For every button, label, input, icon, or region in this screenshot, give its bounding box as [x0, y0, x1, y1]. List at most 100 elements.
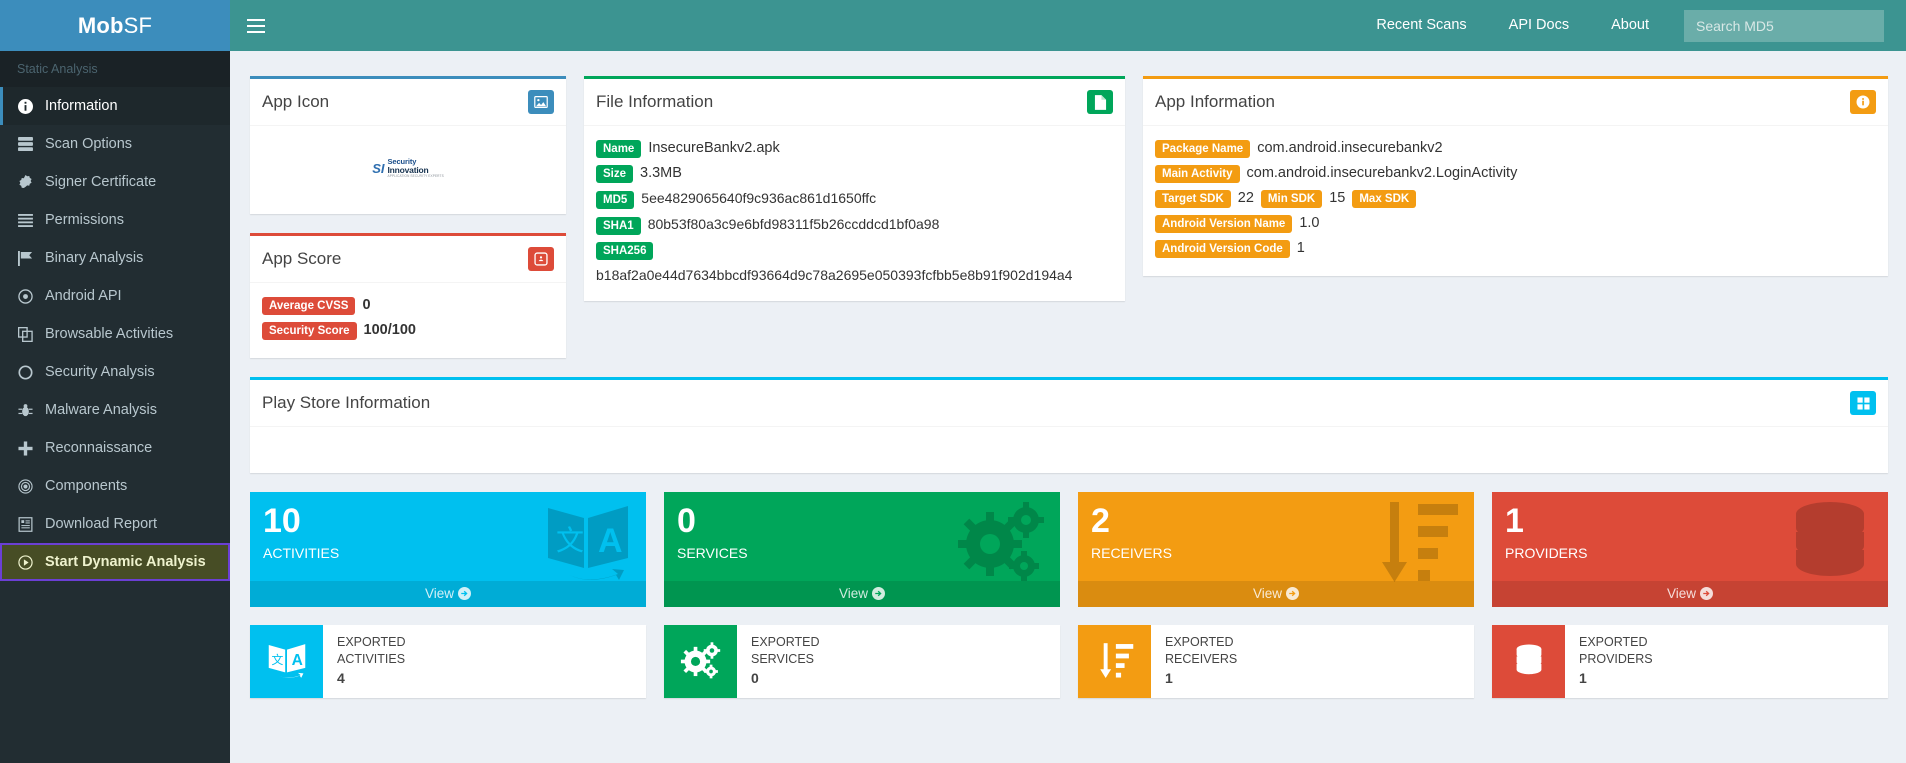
exported-providers-line2: PROVIDERS — [1579, 651, 1653, 666]
sidebar-item-signer-certificate[interactable]: Signer Certificate — [0, 163, 230, 201]
main-activity-value: com.android.insecurebankv2.LoginActivity — [1246, 165, 1518, 182]
sidebar-item-components[interactable]: Components — [0, 467, 230, 505]
exported-receivers-box[interactable]: EXPORTED RECEIVERS 1 — [1078, 624, 1474, 698]
sidebar-item-start-dynamic-analysis[interactable]: Start Dynamic Analysis — [0, 543, 230, 581]
file-sha1-badge: SHA1 — [596, 217, 641, 236]
sidebar: Static Analysis Information Scan Options… — [0, 51, 230, 763]
services-view-link[interactable]: View — [664, 580, 1060, 607]
activities-tile: 文A 10 ACTIVITIES View — [250, 492, 646, 607]
sidebar-item-browsable-activities[interactable]: Browsable Activities — [0, 315, 230, 353]
sidebar-item-scan-options[interactable]: Scan Options — [0, 125, 230, 163]
hamburger-icon[interactable] — [230, 0, 282, 51]
sidebar-item-download-report[interactable]: Download Report — [0, 505, 230, 543]
sidebar-item-reconnaissance[interactable]: Reconnaissance — [0, 429, 230, 467]
sidebar-section-header: Static Analysis — [0, 51, 230, 87]
exported-activities-box[interactable]: 文A EXPORTED ACTIVITIES 4 — [250, 624, 646, 698]
security-score-value: 100/100 — [363, 322, 416, 339]
target-sdk-badge: Target SDK — [1155, 190, 1231, 209]
exported-services-body: EXPORTED SERVICES 0 — [737, 625, 820, 698]
database-icon — [1492, 624, 1565, 698]
exported-component-boxes: 文A EXPORTED ACTIVITIES 4 EXPORTED SERVIC… — [250, 624, 1888, 698]
max-sdk-badge: Max SDK — [1352, 190, 1417, 209]
providers-label: PROVIDERS — [1505, 544, 1588, 561]
bullseye-icon — [17, 478, 34, 494]
navigation-bar: Recent Scans API Docs About — [230, 0, 1906, 51]
bug-icon — [17, 403, 34, 418]
search-input[interactable] — [1684, 9, 1884, 42]
sidebar-item-label: Permissions — [45, 212, 124, 228]
security-innovation-text: Security Innovation APPLICATION SECURITY… — [388, 158, 444, 178]
top-bar: Mob SF Recent Scans API Docs About — [0, 0, 1906, 51]
activities-view-link[interactable]: View — [250, 580, 646, 607]
sidebar-item-permissions[interactable]: Permissions — [0, 201, 230, 239]
play-store-information-card: Play Store Information — [250, 377, 1888, 474]
sdk-row: Target SDK 22 Min SDK 15 Max SDK — [1155, 187, 1876, 212]
file-sha256-row: SHA256 b18af2a0e44d7634bbcdf93664d9c78a2… — [596, 239, 1113, 287]
sort-amount-down-icon — [1078, 624, 1151, 698]
sidebar-item-information[interactable]: Information — [0, 87, 230, 125]
exported-services-count: 0 — [751, 669, 759, 686]
services-label: SERVICES — [677, 544, 748, 561]
server-icon — [17, 137, 34, 151]
file-information-card-body: Name InsecureBankv2.apk Size 3.3MB MD5 5… — [584, 126, 1125, 301]
app-icon-card-title: App Icon — [262, 92, 330, 111]
file-name-value: InsecureBankv2.apk — [648, 140, 780, 156]
info-circle-icon — [17, 98, 34, 114]
file-md5-value: 5ee4829065640f9c936ac861d1650ffc — [641, 190, 877, 207]
providers-count: 1 — [1505, 502, 1524, 541]
image-icon — [528, 90, 554, 114]
google-play-icon — [1850, 391, 1876, 416]
average-cvss-row: Average CVSS 0 — [262, 294, 554, 319]
file-information-card-header: File Information — [584, 79, 1125, 126]
exported-services-box[interactable]: EXPORTED SERVICES 0 — [664, 624, 1060, 698]
providers-tile-body: 1 PROVIDERS — [1492, 492, 1888, 581]
receivers-view-link[interactable]: View — [1078, 580, 1474, 607]
services-tile: 0 SERVICES View — [664, 492, 1060, 607]
providers-view-link[interactable]: View — [1492, 580, 1888, 607]
cogs-icon — [664, 624, 737, 698]
dashboard-icon — [528, 247, 554, 271]
exported-receivers-body: EXPORTED RECEIVERS 1 — [1151, 625, 1237, 698]
app-score-card-header: App Score — [250, 236, 566, 283]
app-information-card-body: Package Name com.android.insecurebankv2 … — [1143, 126, 1888, 276]
sidebar-item-security-analysis[interactable]: Security Analysis — [0, 353, 230, 391]
page-shell: Static Analysis Information Scan Options… — [0, 51, 1906, 763]
exported-providers-box[interactable]: EXPORTED PROVIDERS 1 — [1492, 624, 1888, 698]
app-logo[interactable]: Mob SF — [0, 0, 230, 51]
sidebar-item-label: Download Report — [45, 516, 158, 532]
sidebar-item-label: Information — [45, 98, 118, 114]
app-score-card-title: App Score — [262, 249, 342, 268]
file-md5-badge: MD5 — [596, 191, 635, 210]
security-innovation-mark: SI — [372, 161, 385, 176]
app-icon-card: App Icon SI Security Innovation APPLICAT… — [250, 76, 566, 214]
sidebar-item-label: Reconnaissance — [45, 440, 153, 456]
activities-label: ACTIVITIES — [263, 544, 340, 561]
sidebar-item-malware-analysis[interactable]: Malware Analysis — [0, 391, 230, 429]
min-sdk-value: 15 — [1329, 190, 1346, 207]
activities-count: 10 — [263, 502, 301, 541]
main-activity-badge: Main Activity — [1155, 165, 1240, 184]
min-sdk-badge: Min SDK — [1260, 190, 1323, 209]
nav-link-about[interactable]: About — [1590, 0, 1670, 51]
translate-icon: 文A — [250, 624, 323, 698]
average-cvss-badge: Average CVSS — [262, 297, 356, 316]
android-version-code-value: 1 — [1296, 240, 1305, 257]
nav-link-api-docs[interactable]: API Docs — [1488, 0, 1590, 51]
sidebar-item-label: Browsable Activities — [45, 326, 174, 342]
exported-activities-body: EXPORTED ACTIVITIES 4 — [323, 625, 406, 698]
sidebar-item-android-api[interactable]: Android API — [0, 277, 230, 315]
security-score-badge: Security Score — [262, 322, 357, 341]
android-version-name-badge: Android Version Name — [1155, 215, 1293, 234]
middle-column: File Information Name InsecureBankv2.apk… — [584, 76, 1125, 377]
file-size-row: Size 3.3MB — [596, 162, 1113, 187]
dot-circle-icon — [17, 288, 34, 304]
exported-providers-count: 1 — [1579, 669, 1587, 686]
app-icon-card-header: App Icon — [250, 79, 566, 126]
sidebar-item-label: Android API — [45, 288, 122, 304]
file-name-badge: Name — [596, 140, 642, 159]
android-version-code-badge: Android Version Code — [1155, 240, 1290, 259]
file-information-card-title: File Information — [596, 92, 714, 111]
file-sha256-value: b18af2a0e44d7634bbcdf93664d9c78a2695e050… — [596, 267, 1073, 284]
nav-link-recent-scans[interactable]: Recent Scans — [1355, 0, 1487, 51]
sidebar-item-binary-analysis[interactable]: Binary Analysis — [0, 239, 230, 277]
